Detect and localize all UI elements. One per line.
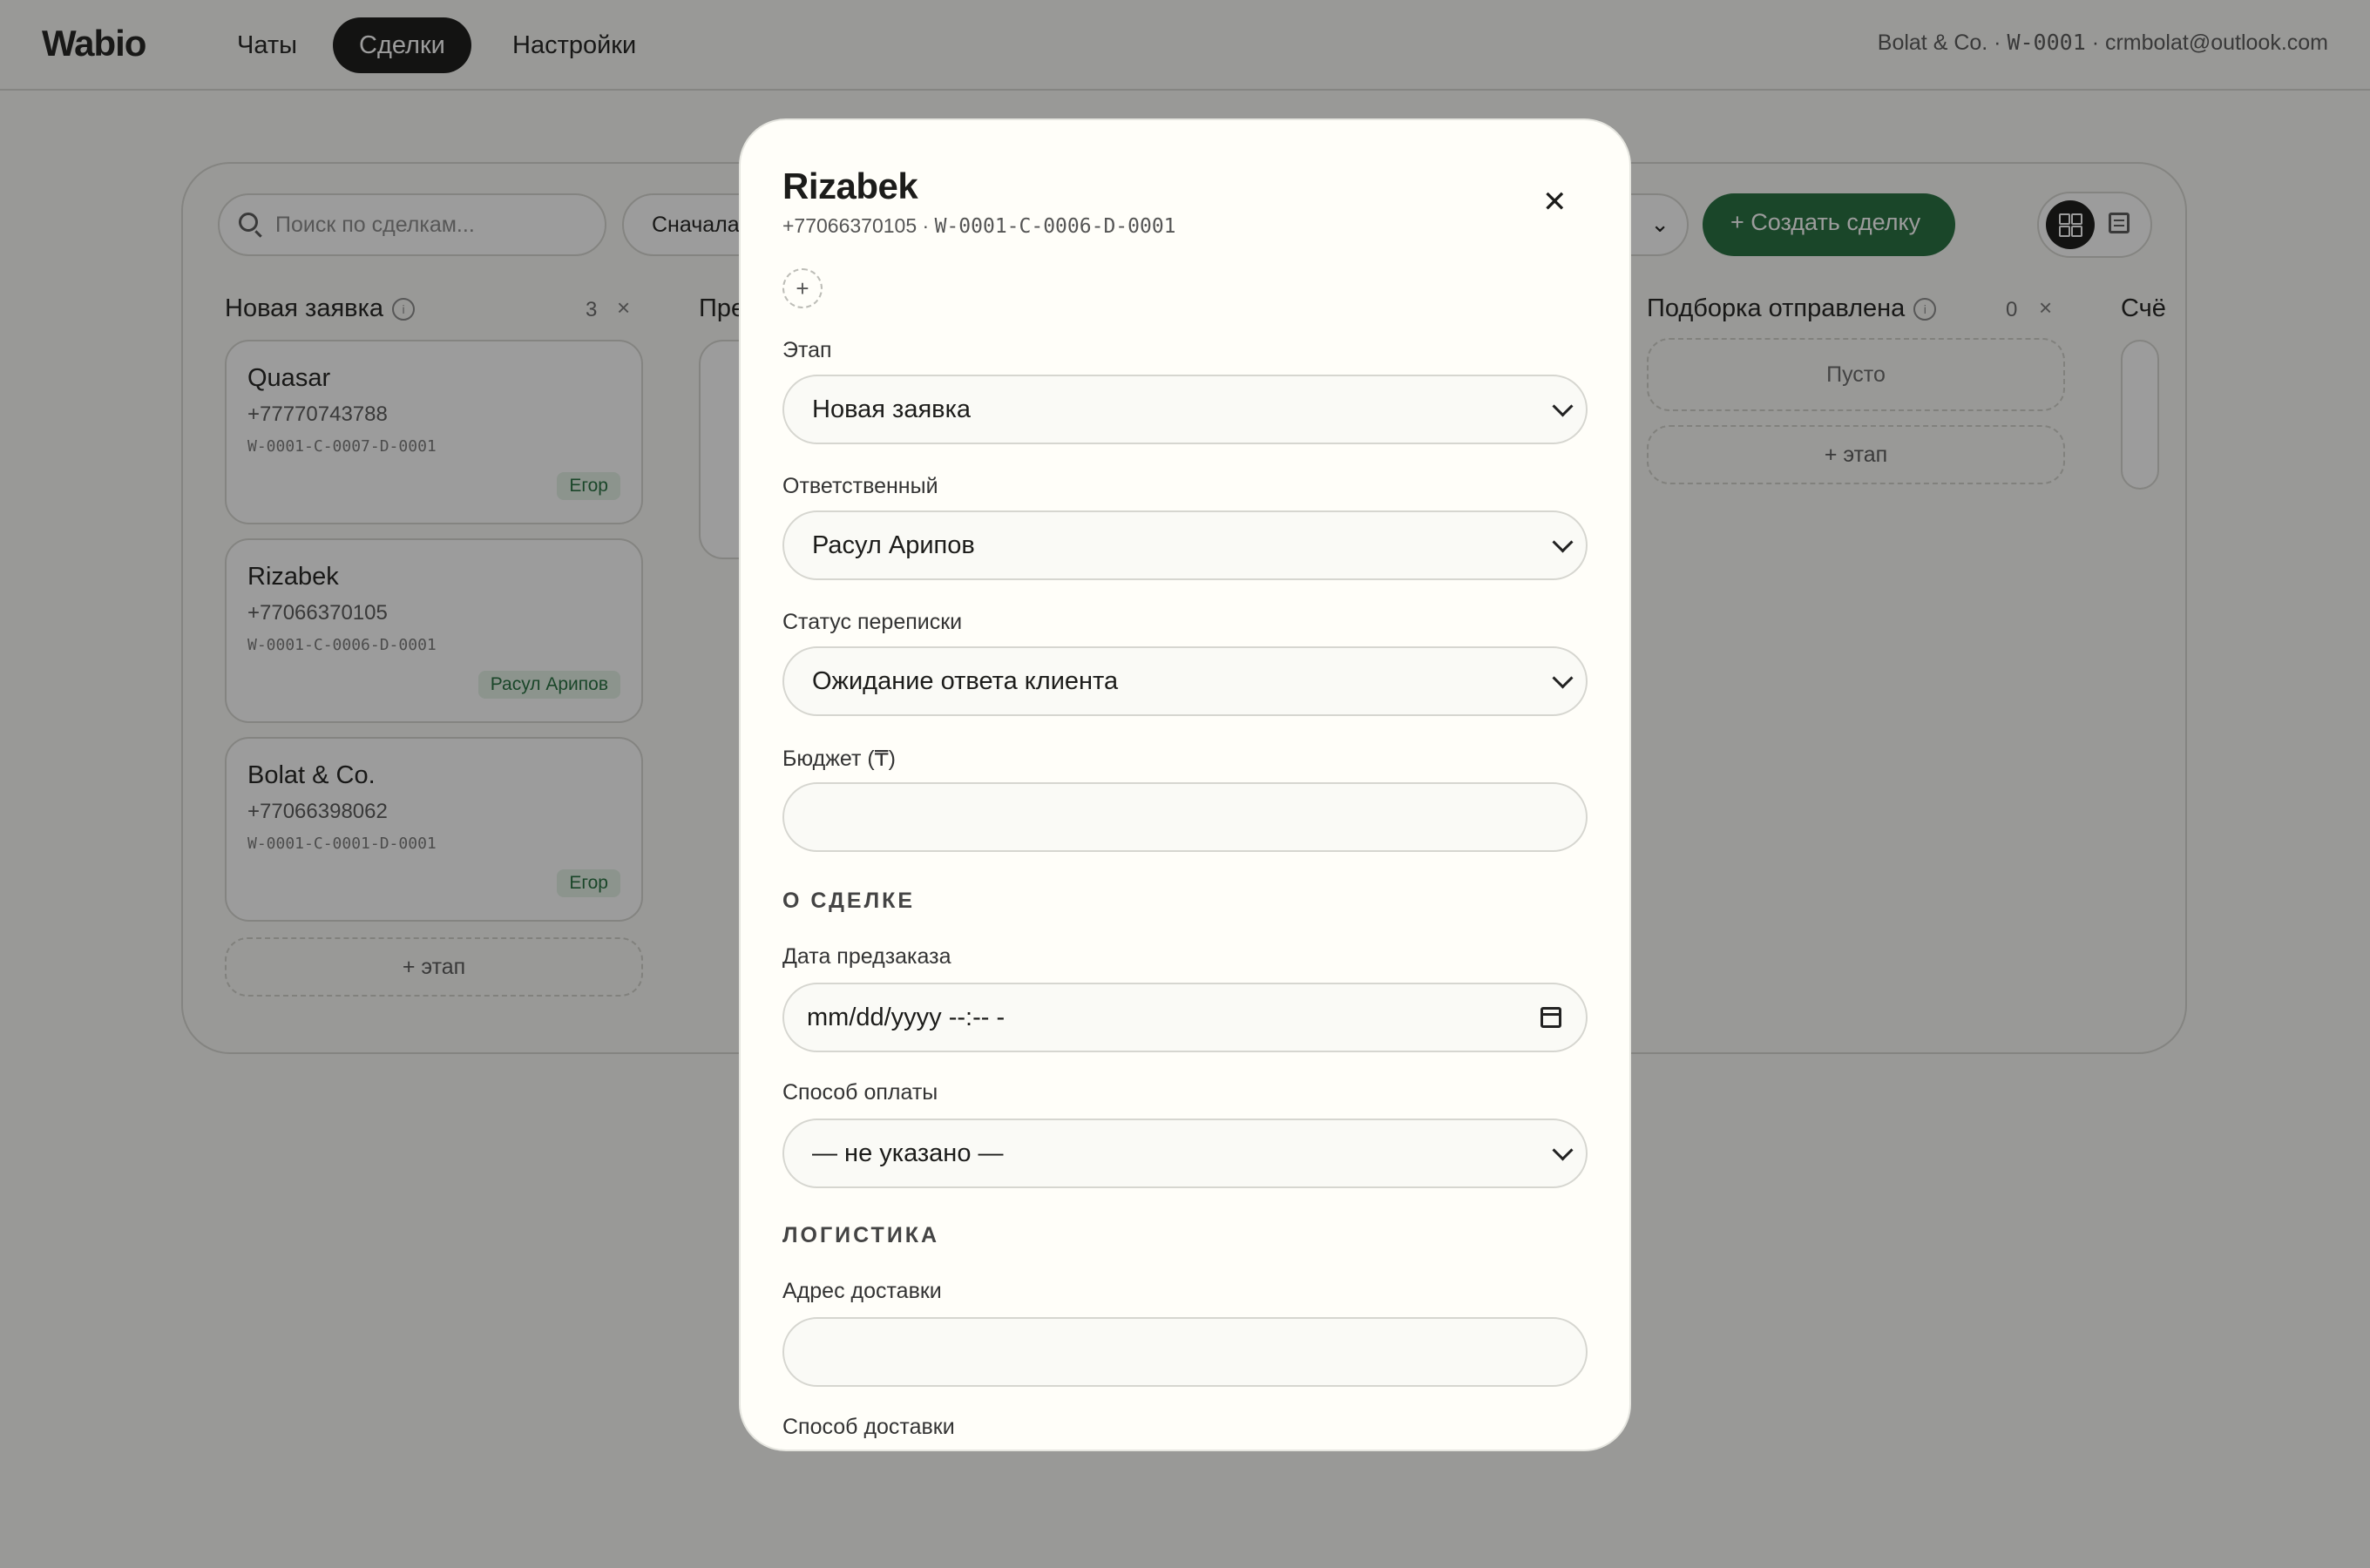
chevron-down-icon bbox=[1552, 1139, 1574, 1161]
deal-subtitle: +77066370105 · W-0001-C-0006-D-0001 bbox=[782, 214, 1176, 238]
payment-method-select[interactable]: — не указано — bbox=[782, 1119, 1588, 1188]
owner-label: Ответственный bbox=[782, 474, 938, 498]
add-tag-button[interactable]: + bbox=[782, 268, 823, 308]
chat-status-select[interactable]: Ожидание ответа клиента bbox=[782, 646, 1588, 716]
preorder-date-label: Дата предзаказа bbox=[782, 944, 951, 969]
owner-select[interactable]: Расул Арипов bbox=[782, 510, 1588, 580]
owner-value: Расул Арипов bbox=[812, 531, 975, 559]
stage-label: Этап bbox=[782, 338, 832, 362]
chat-status-label: Статус переписки bbox=[782, 610, 963, 634]
preorder-date-input[interactable]: mm/dd/yyyy --:-- - bbox=[782, 983, 1588, 1052]
section-deal-heading: О СДЕЛКЕ bbox=[782, 889, 916, 913]
budget-label: Бюджет (₸) bbox=[782, 747, 896, 771]
payment-method-value: — не указано — bbox=[812, 1139, 1004, 1167]
deal-title: Rizabek bbox=[782, 166, 918, 206]
preorder-date-value: mm/dd/yyyy --:-- - bbox=[807, 1004, 1006, 1031]
deal-modal: Rizabek +77066370105 · W-0001-C-0006-D-0… bbox=[739, 118, 1631, 1451]
chevron-down-icon bbox=[1552, 667, 1574, 689]
payment-method-label: Способ оплаты bbox=[782, 1080, 938, 1105]
chevron-down-icon bbox=[1552, 531, 1574, 553]
delivery-method-label: Способ доставки bbox=[782, 1415, 955, 1439]
chevron-down-icon bbox=[1552, 395, 1574, 417]
chat-status-value: Ожидание ответа клиента bbox=[812, 667, 1119, 695]
delivery-address-input[interactable] bbox=[782, 1317, 1588, 1387]
stage-select[interactable]: Новая заявка bbox=[782, 375, 1588, 444]
deal-code: W-0001-C-0006-D-0001 bbox=[934, 215, 1176, 238]
close-icon[interactable]: ✕ bbox=[1542, 185, 1568, 220]
section-logistics-heading: ЛОГИСТИКА bbox=[782, 1223, 940, 1247]
delivery-address-label: Адрес доставки bbox=[782, 1279, 942, 1303]
deal-phone: +77066370105 · bbox=[782, 214, 935, 237]
calendar-icon[interactable] bbox=[1540, 1007, 1561, 1028]
stage-value: Новая заявка bbox=[812, 395, 972, 423]
budget-input[interactable] bbox=[782, 782, 1588, 852]
